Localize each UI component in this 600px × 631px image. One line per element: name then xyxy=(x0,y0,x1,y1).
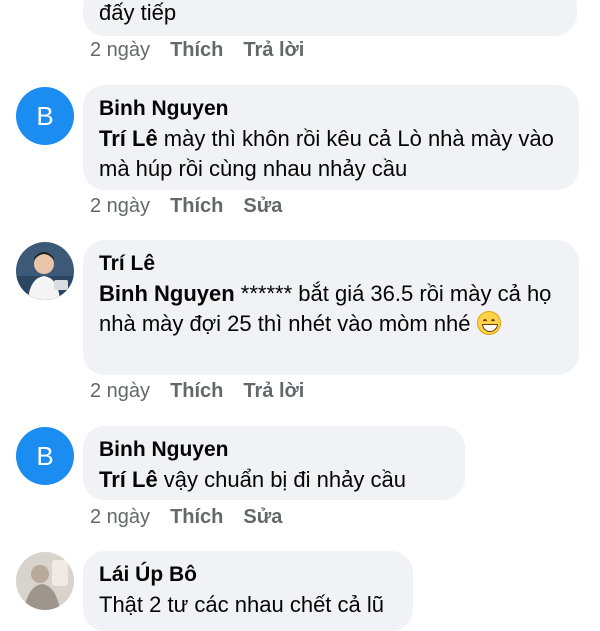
like-button[interactable]: Thích xyxy=(170,380,223,403)
profile-photo-icon xyxy=(16,242,74,300)
comment-author[interactable]: Binh Nguyen xyxy=(99,94,563,124)
grinning-emoji-icon xyxy=(476,311,501,335)
comment-bubble: đấy tiếp xyxy=(83,0,577,36)
comment-text: Thật 2 tư các nhau chết cả lũ xyxy=(99,592,385,617)
comment-author[interactable]: Binh Nguyen xyxy=(99,435,449,465)
mention-link[interactable]: Binh Nguyen xyxy=(99,281,235,306)
comment-actions: 2 ngày Thích Trả lời xyxy=(90,39,304,62)
avatar-letter: B xyxy=(36,440,54,471)
comment-actions: 2 ngày Thích Trả lời xyxy=(90,380,304,403)
comment-time[interactable]: 2 ngày xyxy=(90,195,150,218)
mention-link[interactable]: Trí Lê xyxy=(99,126,158,151)
like-button[interactable]: Thích xyxy=(170,506,223,529)
comment-bubble: Trí Lê Binh Nguyen ****** bắt giá 36.5 r… xyxy=(83,240,579,375)
comment-bubble: Lái Úp Bô Thật 2 tư các nhau chết cả lũ xyxy=(83,551,413,631)
avatar[interactable] xyxy=(16,552,74,610)
comment-author[interactable]: Trí Lê xyxy=(99,249,563,279)
comment-text: đấy tiếp xyxy=(99,0,177,25)
edit-button[interactable]: Sửa xyxy=(243,506,282,529)
mention-link[interactable]: Trí Lê xyxy=(99,467,158,492)
like-button[interactable]: Thích xyxy=(170,39,223,62)
comment-actions: 2 ngày Thích Sửa xyxy=(90,506,282,529)
comment-text: mày thì khôn rồi kêu cả Lò nhà mày vào m… xyxy=(99,126,554,181)
avatar[interactable]: B xyxy=(16,427,74,485)
comment-bubble: Binh Nguyen Trí Lê vậy chuẩn bị đi nhảy … xyxy=(83,426,465,500)
comment-time[interactable]: 2 ngày xyxy=(90,39,150,62)
edit-button[interactable]: Sửa xyxy=(243,195,282,218)
comment-time[interactable]: 2 ngày xyxy=(90,506,150,529)
comment-author[interactable]: Lái Úp Bô xyxy=(99,560,397,590)
avatar[interactable] xyxy=(16,242,74,300)
avatar-letter: B xyxy=(36,100,54,131)
comment-bubble: Binh Nguyen Trí Lê mày thì khôn rồi kêu … xyxy=(83,85,579,190)
reply-button[interactable]: Trả lời xyxy=(243,380,304,403)
reply-button[interactable]: Trả lời xyxy=(243,39,304,62)
profile-photo-icon xyxy=(16,552,74,610)
like-button[interactable]: Thích xyxy=(170,195,223,218)
comment-actions: 2 ngày Thích Sửa xyxy=(90,195,282,218)
avatar[interactable]: B xyxy=(16,87,74,145)
comment-text: vậy chuẩn bị đi nhảy cầu xyxy=(157,467,406,492)
comment-time[interactable]: 2 ngày xyxy=(90,380,150,403)
